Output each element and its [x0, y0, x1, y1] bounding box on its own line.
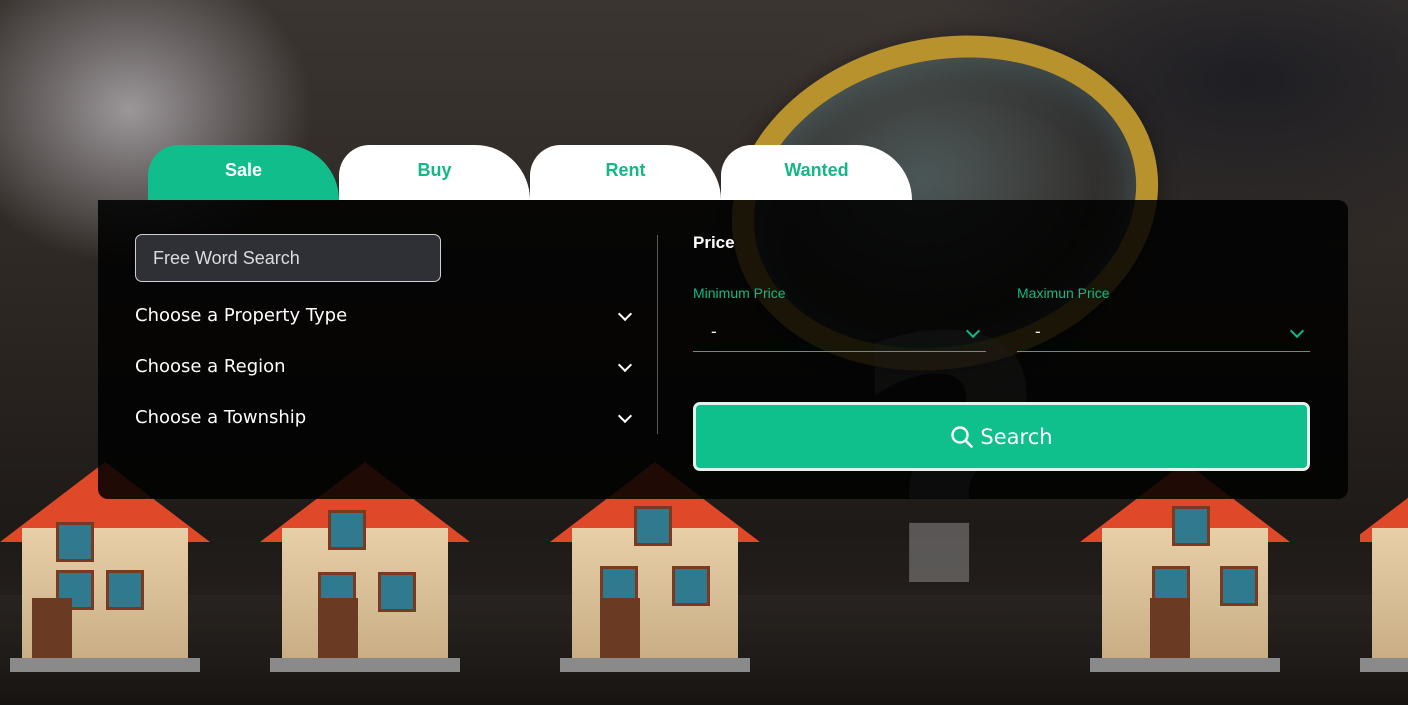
search-button[interactable]: Search — [693, 402, 1310, 471]
maximum-price-field: Maximun Price - — [1017, 285, 1310, 352]
search-icon — [951, 425, 974, 448]
township-select[interactable]: Choose a Township — [135, 402, 630, 432]
search-panel: Choose a Property Type Choose a Region C… — [98, 200, 1348, 499]
chevron-down-icon — [966, 326, 978, 338]
township-label: Choose a Township — [135, 406, 307, 428]
free-word-search-input[interactable] — [135, 234, 441, 282]
region-select[interactable]: Choose a Region — [135, 351, 630, 381]
minimum-price-value: - — [711, 322, 717, 341]
minimum-price-field: Minimum Price - — [693, 285, 986, 352]
tab-sale[interactable]: Sale — [148, 145, 339, 200]
region-label: Choose a Region — [135, 355, 286, 377]
maximum-price-select[interactable]: - — [1017, 313, 1310, 352]
house-graphic — [1360, 462, 1408, 672]
chevron-down-icon — [618, 309, 630, 321]
property-type-label: Choose a Property Type — [135, 304, 348, 326]
maximum-price-label: Maximun Price — [1017, 285, 1110, 301]
minimum-price-select[interactable]: - — [693, 313, 986, 352]
tab-wanted[interactable]: Wanted — [721, 145, 912, 200]
tab-rent[interactable]: Rent — [530, 145, 721, 200]
minimum-price-label: Minimum Price — [693, 285, 786, 301]
listing-type-tabs: Sale Buy Rent Wanted — [148, 145, 912, 200]
chevron-down-icon — [618, 360, 630, 372]
chevron-down-icon — [618, 411, 630, 423]
maximum-price-value: - — [1035, 322, 1041, 341]
search-button-label: Search — [980, 424, 1053, 449]
chevron-down-icon — [1290, 326, 1302, 338]
price-heading: Price — [693, 233, 735, 252]
panel-divider — [657, 235, 658, 434]
property-type-select[interactable]: Choose a Property Type — [135, 300, 630, 330]
tab-buy[interactable]: Buy — [339, 145, 530, 200]
